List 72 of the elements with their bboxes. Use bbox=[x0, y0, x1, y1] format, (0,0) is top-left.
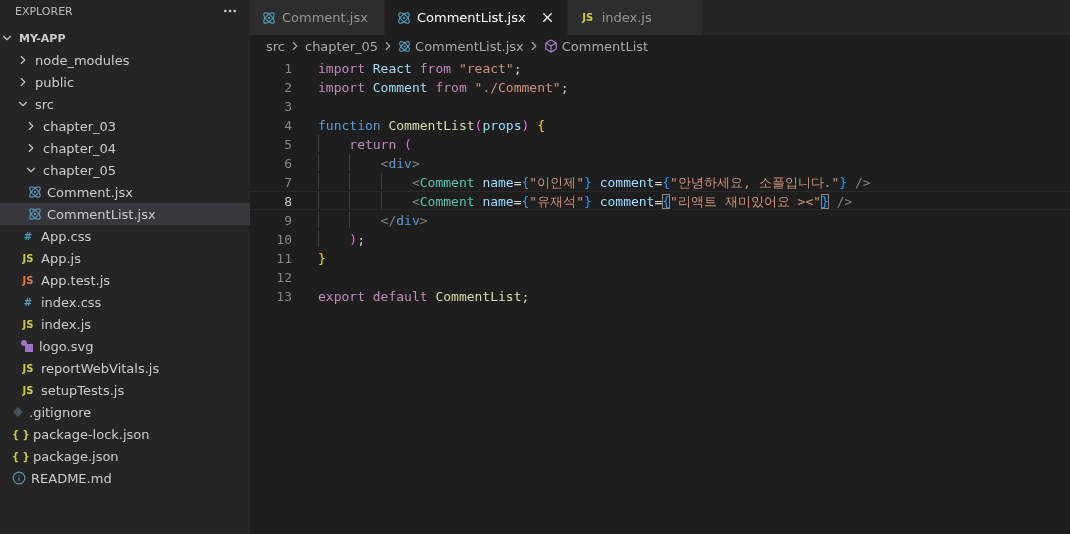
js-icon: JS bbox=[20, 274, 36, 286]
code-line: import React from "react"; bbox=[318, 60, 522, 76]
folder-item[interactable]: node_modules bbox=[0, 49, 250, 71]
editor-tab[interactable]: Comment.jsx bbox=[250, 0, 385, 35]
image-file-icon bbox=[20, 339, 34, 353]
line-number: 9 bbox=[283, 212, 292, 228]
js-icon: JS bbox=[20, 384, 36, 396]
file-item[interactable]: Comment.jsx bbox=[0, 181, 250, 203]
line-number: 4 bbox=[283, 117, 292, 133]
folder-item[interactable]: chapter_03 bbox=[0, 115, 250, 137]
react-icon bbox=[28, 207, 42, 221]
code-line: ); bbox=[318, 230, 365, 247]
file-item[interactable]: JS setupTests.js bbox=[0, 379, 250, 401]
code-line: </div> bbox=[318, 211, 428, 228]
info-icon bbox=[12, 471, 26, 485]
explorer-title: EXPLORER bbox=[15, 4, 73, 18]
code-line: } bbox=[318, 250, 326, 266]
line-number: 10 bbox=[275, 231, 292, 247]
js-icon: JS bbox=[20, 252, 36, 264]
braces-icon: { } bbox=[12, 428, 28, 440]
cube-icon bbox=[543, 39, 558, 53]
code-line: <Comment name={"유재석"} comment={"리액트 재미있어요 ><"} /> bbox=[318, 192, 853, 209]
folder-item[interactable]: src bbox=[0, 93, 250, 115]
code-line: return ( bbox=[318, 135, 412, 152]
file-item[interactable]: JS App.test.js bbox=[0, 269, 250, 291]
line-number: 11 bbox=[275, 250, 292, 266]
line-number: 13 bbox=[275, 288, 292, 304]
js-icon: JS bbox=[20, 318, 36, 330]
file-item[interactable]: # index.css bbox=[0, 291, 250, 313]
file-item[interactable]: # App.css bbox=[0, 225, 250, 247]
line-number: 7 bbox=[283, 174, 292, 190]
line-number: 5 bbox=[283, 136, 292, 152]
js-icon: JS bbox=[579, 12, 596, 23]
react-icon bbox=[262, 10, 276, 25]
code-line: import Comment from "./Comment"; bbox=[318, 79, 569, 95]
folder-item[interactable]: chapter_04 bbox=[0, 137, 250, 159]
line-number: 8 bbox=[283, 193, 292, 209]
code-line: <Comment name={"이인제"} comment={"안녕하세요, 소플입니다."} /> bbox=[318, 173, 871, 190]
js-icon: JS bbox=[20, 362, 36, 374]
react-icon bbox=[397, 10, 411, 25]
file-item[interactable]: .gitignore bbox=[0, 401, 250, 423]
code-line: export default CommentList; bbox=[318, 288, 530, 304]
line-number: 12 bbox=[275, 269, 292, 285]
file-item[interactable]: JS reportWebVitals.js bbox=[0, 357, 250, 379]
hash-icon: # bbox=[20, 230, 36, 242]
file-item[interactable]: { } package-lock.json bbox=[0, 423, 250, 445]
line-number: 3 bbox=[283, 98, 292, 114]
folder-item[interactable]: public bbox=[0, 71, 250, 93]
file-item[interactable]: { } package.json bbox=[0, 445, 250, 467]
file-item[interactable]: JS index.js bbox=[0, 313, 250, 335]
folder-item[interactable]: chapter_05 bbox=[0, 159, 250, 181]
file-item[interactable]: README.md bbox=[0, 467, 250, 489]
react-icon bbox=[398, 39, 412, 53]
folder-item[interactable]: MY-APP bbox=[0, 27, 250, 49]
line-number: 2 bbox=[283, 79, 292, 95]
react-icon bbox=[28, 185, 42, 199]
code-line: function CommentList(props) { bbox=[318, 117, 545, 133]
editor-tab[interactable]: JS index.js bbox=[567, 0, 703, 35]
braces-icon: { } bbox=[12, 450, 28, 462]
editor-tab[interactable]: CommentList.jsx bbox=[385, 0, 568, 35]
line-number: 1 bbox=[283, 60, 292, 76]
code-line: <div> bbox=[318, 154, 420, 171]
file-item[interactable]: JS App.js bbox=[0, 247, 250, 269]
breadcrumb[interactable]: CommentList bbox=[543, 38, 649, 54]
file-item[interactable]: CommentList.jsx bbox=[0, 203, 250, 225]
breadcrumb[interactable]: CommentList.jsx bbox=[398, 38, 524, 54]
hash-icon: # bbox=[20, 296, 36, 308]
line-number: 6 bbox=[283, 155, 292, 171]
diamond-icon bbox=[12, 406, 24, 418]
breadcrumb[interactable]: chapter_05 bbox=[305, 38, 379, 54]
breadcrumb[interactable]: src bbox=[266, 38, 285, 54]
file-item[interactable]: logo.svg bbox=[0, 335, 250, 357]
